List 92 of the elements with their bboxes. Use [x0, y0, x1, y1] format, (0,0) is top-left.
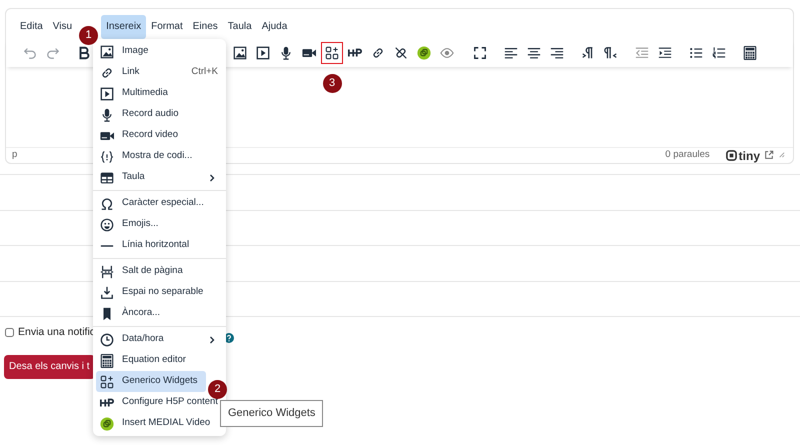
align-right-icon — [550, 46, 564, 60]
option-label: Mostra de codi... — [122, 149, 192, 164]
menu-option[interactable]: Espai no separable — [96, 282, 223, 303]
menu-option[interactable]: Equation editor — [96, 350, 223, 371]
calculator-icon — [743, 46, 757, 60]
code-icon — [100, 150, 114, 164]
microphone-icon — [279, 46, 293, 60]
menu-option[interactable]: Línia horitzontal — [96, 235, 223, 256]
tooltip: Generico Widgets — [220, 400, 324, 426]
image-icon — [100, 44, 114, 58]
option-label: Image — [122, 44, 148, 58]
menu-option[interactable]: Data/hora — [96, 329, 223, 350]
menu-item[interactable]: Ajuda — [256, 15, 292, 39]
outdent-icon — [635, 46, 649, 60]
tiny-logo[interactable]: tiny — [726, 146, 760, 164]
menu-item[interactable]: Eines — [188, 15, 223, 39]
menu-option[interactable]: Generico Widgets — [96, 371, 206, 392]
toolbar-button[interactable] — [321, 42, 343, 64]
eye-icon — [440, 46, 454, 60]
video-camera-icon — [302, 46, 316, 60]
option-label: Salt de pàgina — [122, 264, 183, 278]
option-label: Insert MEDIAL Video — [122, 416, 210, 430]
indent-icon — [658, 46, 672, 60]
menu-option[interactable]: Insert MEDIAL Video — [96, 413, 223, 434]
menu-option[interactable]: Link Ctrl+K — [96, 62, 223, 83]
external-link-icon[interactable] — [764, 150, 774, 160]
link-icon — [371, 46, 385, 60]
menu-option[interactable]: Caràcter especial... — [96, 193, 223, 214]
table-icon — [100, 170, 114, 184]
play-icon — [100, 86, 114, 100]
unlink-icon — [394, 46, 408, 60]
menu-option[interactable]: Mostra de codi... — [96, 146, 223, 167]
link-icon — [100, 66, 114, 80]
menu-option[interactable]: Salt de pàgina — [96, 261, 223, 282]
redo-icon — [46, 46, 60, 60]
menu-item[interactable]: Taula — [222, 15, 257, 39]
undo-icon — [23, 46, 37, 60]
align-center-icon — [527, 46, 541, 60]
page-break-icon — [100, 264, 114, 278]
resize-handle-icon[interactable] — [778, 151, 785, 158]
menu-option[interactable]: Multimedia — [96, 83, 223, 104]
option-label: Link — [122, 65, 140, 80]
omega-icon — [100, 196, 114, 210]
menu-item[interactable]: Format — [146, 15, 188, 39]
option-label: Generico Widgets — [122, 374, 198, 388]
bold-icon — [77, 46, 91, 60]
option-label: Multimedia — [122, 86, 168, 100]
option-label: Espai no separable — [122, 285, 204, 300]
h5p-icon — [100, 396, 114, 410]
ltr-icon — [581, 46, 595, 60]
horizontal-line-icon — [100, 244, 114, 246]
insert-space-icon — [100, 286, 114, 300]
medial-icon — [100, 416, 114, 430]
image-icon — [233, 46, 247, 60]
option-label: Emojis... — [122, 217, 158, 232]
menu-option[interactable]: Àncora... — [96, 303, 223, 324]
menu-option[interactable]: Emojis... — [96, 214, 223, 235]
menu-item[interactable]: Edita — [15, 15, 48, 39]
option-label: Línia horitzontal — [122, 238, 190, 252]
menu-option[interactable]: Record audio — [96, 104, 223, 125]
option-label: Caràcter especial... — [122, 196, 204, 210]
widgets-icon — [100, 374, 114, 388]
fullscreen-icon — [473, 46, 487, 60]
microphone-icon — [100, 108, 114, 122]
option-label: Àncora... — [122, 306, 160, 320]
step-badge: 1 — [79, 26, 98, 44]
numbered-list-icon — [712, 46, 726, 60]
option-label: Equation editor — [122, 353, 186, 368]
menu-item[interactable]: Insereix — [101, 15, 146, 39]
calculator-icon — [100, 354, 114, 368]
menu-option[interactable]: Taula — [96, 167, 223, 188]
bullet-list-icon — [689, 46, 703, 60]
step-badge: 3 — [322, 74, 342, 93]
option-label: Record audio — [122, 107, 179, 122]
align-left-icon — [504, 46, 518, 60]
emoji-icon — [100, 218, 114, 232]
word-count[interactable]: 0 paraules — [665, 148, 710, 163]
save-button[interactable]: Desa els canvis i t — [4, 354, 95, 379]
medial-icon — [417, 46, 431, 60]
widgets-icon — [325, 46, 339, 60]
rtl-icon — [604, 46, 618, 60]
shortcut-text: Ctrl+K — [191, 65, 218, 80]
play-icon — [256, 46, 270, 60]
clock-icon — [100, 332, 114, 346]
element-path[interactable]: p — [12, 148, 18, 163]
menu-option[interactable]: Record video — [96, 125, 223, 146]
option-label: Data/hora — [122, 332, 164, 346]
option-label: Record video — [122, 128, 178, 142]
option-label: Taula — [122, 170, 145, 184]
notify-checkbox[interactable] — [5, 328, 14, 338]
menu-option[interactable]: Image — [96, 41, 223, 62]
menu-item[interactable]: Visu — [48, 15, 78, 39]
